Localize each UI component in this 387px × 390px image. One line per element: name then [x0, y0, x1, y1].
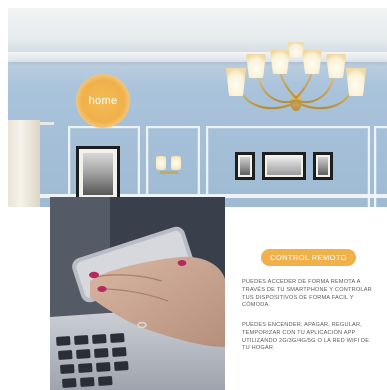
home-badge: home: [76, 74, 130, 128]
room-photo: home: [8, 8, 387, 207]
home-badge-label: home: [88, 95, 118, 107]
picture-frame: [76, 146, 120, 202]
wall-sconce: [156, 156, 182, 174]
picture-frame: [313, 152, 333, 180]
description-paragraph: PUEDES ENCENDER, APAGAR, REGULAR, TEMPOR…: [242, 322, 370, 352]
picture-frame: [262, 152, 306, 180]
curtain: [8, 120, 40, 207]
chandelier: [226, 16, 366, 111]
smartphone-photo: [50, 197, 225, 390]
control-remoto-button[interactable]: CONTROL REMOTO: [261, 249, 356, 266]
picture-frame: [235, 152, 255, 180]
hand-phone-illustration: [50, 197, 225, 390]
description-paragraph: PUEDES ACCEDER DE FORMA REMOTA A TRAVÉS …: [242, 279, 372, 309]
